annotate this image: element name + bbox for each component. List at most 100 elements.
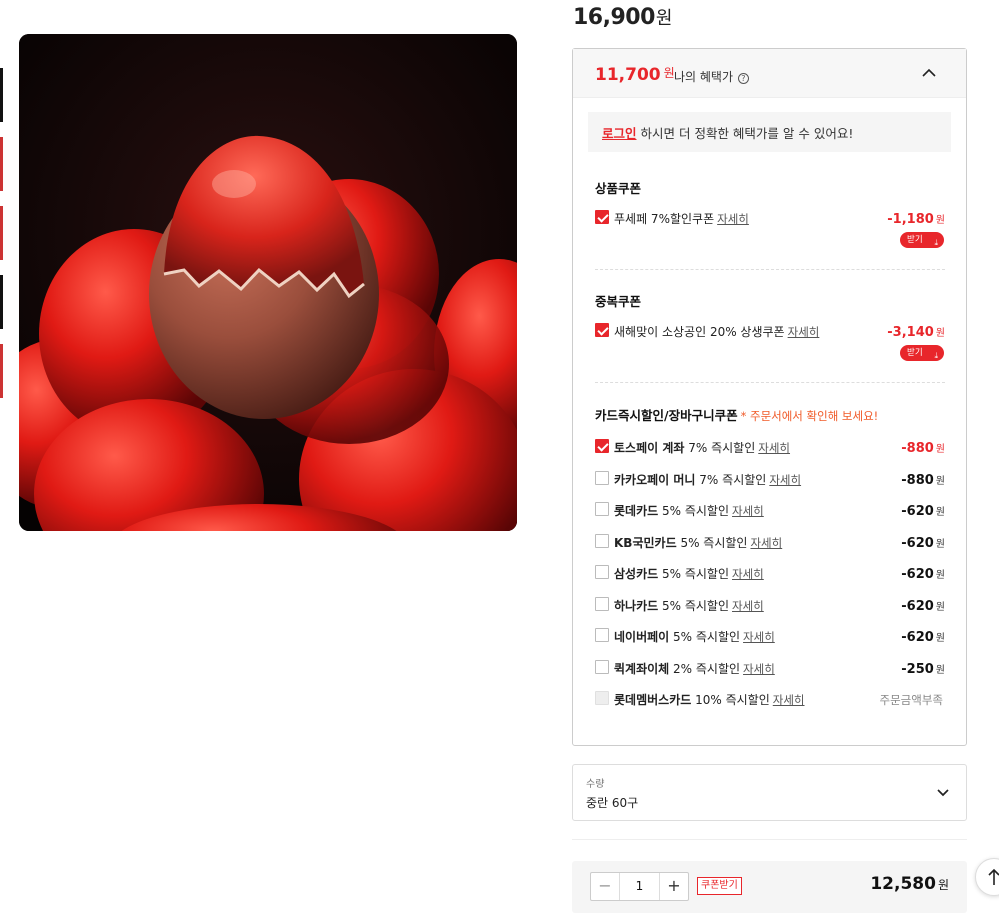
card-discount-checkbox[interactable] bbox=[595, 659, 609, 674]
thumbnail[interactable] bbox=[0, 68, 3, 122]
card-discount-checkbox[interactable] bbox=[595, 565, 609, 579]
card-discount-amount: -250 원 bbox=[901, 661, 945, 677]
card-section-note: * 주문서에서 확인해 보세요! bbox=[740, 409, 879, 423]
detail-link[interactable]: 자세히 bbox=[743, 662, 775, 676]
coupon-row[interactable]: 새해맞이 소상공인 20% 상생쿠폰 자세히 -3,140 원 bbox=[595, 321, 945, 341]
price-value: 16,900 bbox=[573, 5, 655, 30]
card-discount-row[interactable]: KB국민카드 5% 즉시할인 자세히 -620 원 bbox=[595, 532, 945, 552]
card-discount-label: 퀵계좌이체 2% 즉시할인 자세히 bbox=[614, 660, 775, 677]
decrease-button[interactable]: − bbox=[591, 873, 620, 900]
card-desc: 5% 즉시할인 bbox=[662, 504, 730, 518]
card-desc: 10% 즉시할인 bbox=[695, 693, 770, 707]
quantity-select-label: 수량 bbox=[586, 779, 605, 790]
amount-value: -880 bbox=[901, 472, 934, 488]
detail-link[interactable]: 자세히 bbox=[732, 504, 764, 518]
quantity-input[interactable]: 1 bbox=[620, 873, 659, 900]
price-currency: 원 bbox=[655, 8, 673, 29]
coupon-amount: -3,140 원 bbox=[887, 324, 945, 340]
quantity-select-value: 중란 60구 bbox=[586, 796, 639, 810]
divider bbox=[595, 382, 945, 383]
detail-link[interactable]: 자세히 bbox=[773, 693, 805, 707]
card-discount-checkbox[interactable] bbox=[595, 596, 609, 611]
card-discount-row[interactable]: 퀵계좌이체 2% 즉시할인 자세히 -250 원 bbox=[595, 658, 945, 678]
thumbnail[interactable] bbox=[0, 206, 3, 260]
card-discount-checkbox[interactable] bbox=[595, 502, 609, 516]
amount-currency: 원 bbox=[935, 507, 945, 518]
card-discount-row[interactable]: 네이버페이 5% 즉시할인 자세히 -620 원 bbox=[595, 626, 945, 646]
benefit-label-text: 나의 혜택가 bbox=[674, 70, 734, 84]
card-discount-label: KB국민카드 5% 즉시할인 자세히 bbox=[614, 534, 782, 551]
card-desc: 2% 즉시할인 bbox=[673, 661, 741, 676]
benefit-price: 11,700 원 bbox=[595, 64, 675, 85]
card-name: 롯데멤버스카드 bbox=[614, 693, 692, 707]
detail-link[interactable]: 자세히 bbox=[750, 536, 782, 550]
card-discount-amount: -880 원 bbox=[901, 440, 945, 456]
receive-coupon-button[interactable]: 받기 ⤓ bbox=[900, 232, 944, 248]
card-name: 토스페이 계좌 bbox=[614, 441, 685, 455]
card-discount-label: 토스페이 계좌 7% 즉시할인 자세히 bbox=[614, 439, 790, 456]
product-price: 16,900원 bbox=[573, 4, 672, 30]
help-icon[interactable]: ? bbox=[737, 73, 749, 84]
card-discount-label: 카카오페이 머니 7% 즉시할인 자세히 bbox=[614, 471, 801, 488]
card-name: 하나카드 bbox=[614, 598, 659, 613]
quantity-select[interactable]: 수량 중란 60구 bbox=[572, 764, 967, 821]
amount-currency: 원 bbox=[935, 538, 945, 550]
detail-link[interactable]: 자세히 bbox=[758, 441, 790, 455]
card-discount-amount: -620 원 bbox=[901, 535, 945, 551]
amount-currency: 원 bbox=[935, 664, 945, 676]
order-bar: − 1 + 쿠폰받기 12,580 원 bbox=[572, 861, 967, 913]
detail-link[interactable]: 자세히 bbox=[743, 630, 775, 644]
thumbnail[interactable] bbox=[0, 275, 3, 329]
card-discount-checkbox[interactable] bbox=[595, 470, 609, 485]
card-discount-row[interactable]: 토스페이 계좌 7% 즉시할인 자세히 -880 원 bbox=[595, 437, 945, 457]
product-page: 16,900원 11,700 원 나의 혜택가 ? 로그인 하시면 더 정확한 혜택… bbox=[0, 0, 999, 913]
card-section-title: 카드즉시할인/장바구니쿠폰 bbox=[595, 408, 738, 423]
coupon-checkbox[interactable] bbox=[595, 323, 609, 337]
benefit-price-currency: 원 bbox=[663, 66, 675, 80]
coupon-name: 새해맞이 소상공인 20% 상생쿠폰 bbox=[614, 325, 785, 339]
arrow-up-icon bbox=[988, 868, 999, 885]
amount-currency: 원 bbox=[935, 633, 945, 644]
thumbnail[interactable] bbox=[0, 137, 3, 191]
card-name: 롯데카드 bbox=[614, 504, 659, 518]
card-discount-row[interactable]: 하나카드 5% 즉시할인 자세히 -620 원 bbox=[595, 595, 945, 615]
amount-currency: 원 bbox=[935, 328, 945, 339]
card-discount-checkbox[interactable] bbox=[595, 533, 609, 548]
card-discount-row[interactable]: 카카오페이 머니 7% 즉시할인 자세히 -880 원 bbox=[595, 469, 945, 489]
coupon-name: 푸세페 7%할인쿠폰 bbox=[614, 212, 715, 226]
login-link[interactable]: 로그인 bbox=[602, 126, 637, 141]
amount-value: -1,180 bbox=[887, 212, 934, 227]
increase-button[interactable]: + bbox=[659, 873, 688, 900]
card-desc: 5% 즉시할인 bbox=[662, 567, 730, 581]
scroll-top-button[interactable] bbox=[975, 858, 999, 896]
benefit-panel: 11,700 원 나의 혜택가 ? 로그인 하시면 더 정확한 혜택가를 알 수 있… bbox=[572, 48, 967, 746]
detail-link[interactable]: 자세히 bbox=[732, 567, 764, 581]
card-discount-checkbox bbox=[595, 691, 609, 705]
detail-link[interactable]: 자세히 bbox=[788, 325, 820, 339]
coupon-row[interactable]: 푸세페 7%할인쿠폰 자세히 -1,180 원 bbox=[595, 208, 945, 228]
card-discount-row[interactable]: 삼성카드 5% 즉시할인 자세히 -620 원 bbox=[595, 563, 945, 583]
total-price: 12,580 원 bbox=[870, 874, 949, 894]
amount-value: -250 bbox=[901, 661, 934, 677]
card-name: 카카오페이 머니 bbox=[614, 472, 696, 487]
section-title-dup-coupon: 중복쿠폰 bbox=[595, 294, 642, 309]
amount-value: -880 bbox=[901, 441, 934, 456]
chevron-up-icon[interactable] bbox=[922, 68, 936, 78]
card-desc: 7% 즉시할인 bbox=[699, 472, 767, 487]
benefit-header[interactable]: 11,700 원 나의 혜택가 ? bbox=[573, 49, 966, 98]
amount-value: -620 bbox=[901, 535, 934, 551]
receive-coupon-button[interactable]: 받기 ⤓ bbox=[900, 345, 944, 361]
thumbnail[interactable] bbox=[0, 344, 3, 398]
detail-link[interactable]: 자세히 bbox=[732, 599, 764, 613]
detail-link[interactable]: 자세히 bbox=[769, 473, 801, 487]
divider bbox=[572, 839, 967, 840]
amount-currency: 원 bbox=[935, 215, 945, 226]
thumbnail-strip[interactable] bbox=[0, 68, 3, 413]
card-discount-checkbox[interactable] bbox=[595, 628, 609, 642]
detail-link[interactable]: 자세히 bbox=[717, 212, 749, 226]
get-coupon-button[interactable]: 쿠폰받기 bbox=[697, 877, 742, 895]
card-discount-checkbox[interactable] bbox=[595, 439, 609, 453]
coupon-checkbox[interactable] bbox=[595, 210, 609, 224]
card-discount-label: 삼성카드 5% 즉시할인 자세히 bbox=[614, 565, 764, 582]
card-discount-row[interactable]: 롯데카드 5% 즉시할인 자세히 -620 원 bbox=[595, 500, 945, 520]
